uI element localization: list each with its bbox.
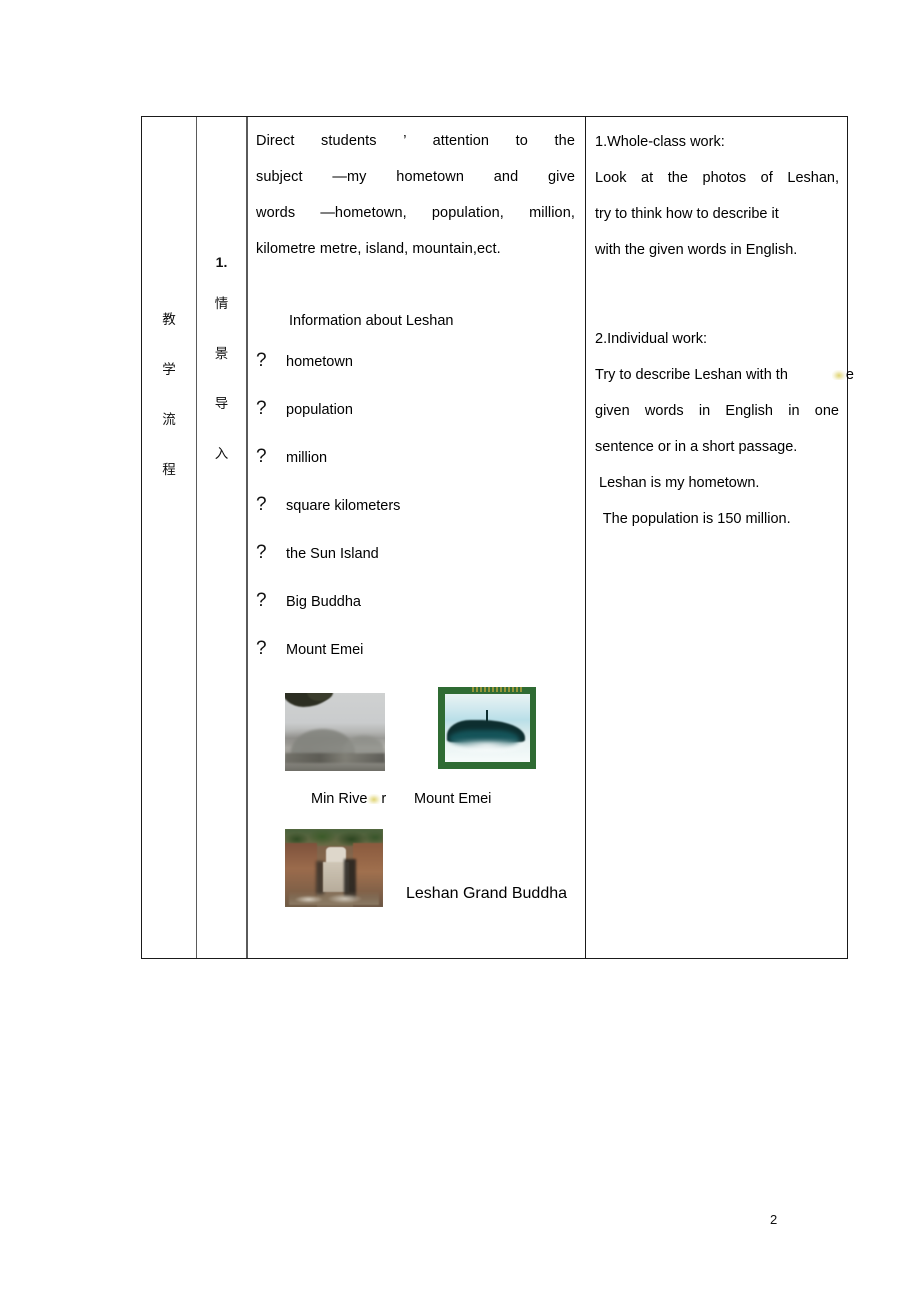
stage-label-char-1: 教: [162, 312, 176, 328]
method-item1-line-1: Look at the photos of Leshan,: [595, 170, 839, 186]
mount-emei-caption: Mount Emei: [414, 791, 492, 807]
min-river-caption: Min Rive r: [311, 791, 386, 807]
list-item: ? hometown: [256, 351, 575, 399]
leshan-grand-buddha-caption: Leshan Grand Buddha: [406, 885, 568, 902]
table-column-stage: 教 学 流 程: [142, 117, 197, 958]
method-item1-line-2: try to think how to describe it: [595, 206, 779, 222]
vocabulary-list: ? hometown ? population ? million ? squa…: [256, 351, 575, 687]
method-artifact-icon: [831, 370, 846, 380]
photo-detail: [289, 891, 379, 905]
activity-intro-line-3: words —hometown, population, million,: [256, 205, 575, 221]
stage-label-vertical: 教 学 流 程: [142, 295, 196, 495]
list-item-label: Big Buddha: [286, 594, 361, 610]
step-label-char-2: 景: [214, 346, 229, 362]
question-mark-icon: ?: [256, 398, 267, 419]
photo-row-top: [256, 687, 575, 789]
step-number: 1.: [215, 254, 228, 270]
method-item2-heading: 2.Individual work:: [595, 331, 708, 347]
method-example-sentence-1: Leshan is my hometown.: [595, 475, 760, 491]
activity-section-title: Information about Leshan: [289, 313, 454, 329]
photo-caption-row-top: Min Rive r Mount Emei: [256, 789, 575, 823]
method-spacer: [595, 268, 839, 321]
question-mark-icon: ?: [256, 542, 267, 563]
activity-content: Direct students ’ attention to the subje…: [256, 123, 575, 925]
activity-intro-paragraph: Direct students ’ attention to the subje…: [256, 123, 575, 267]
photo-detail: [445, 740, 529, 754]
method-item1-line-3: with the given words in English.: [595, 242, 798, 258]
photo-detail: [343, 736, 385, 754]
list-item: ? Mount Emei: [256, 639, 575, 687]
question-mark-icon: ?: [256, 638, 267, 659]
list-item-label: hometown: [286, 354, 353, 370]
list-item: ? the Sun Island: [256, 543, 575, 591]
photo-detail: [445, 694, 530, 762]
list-item-label: population: [286, 402, 353, 418]
list-item-label: Mount Emei: [286, 642, 364, 658]
list-item: ? Big Buddha: [256, 591, 575, 639]
method-content: 1.Whole-class work: Look at the photos o…: [595, 124, 854, 537]
caption-artifact-icon: [367, 794, 382, 804]
list-item-label: million: [286, 450, 328, 466]
method-item1-heading: 1.Whole-class work:: [595, 134, 725, 150]
method-item2-line-1-text: Try to describe Leshan with th: [595, 367, 788, 383]
list-item: ? million: [256, 447, 575, 495]
step-label-vertical: 1. 情 景 导 入: [197, 245, 246, 479]
list-item-label: the Sun Island: [286, 546, 379, 562]
photo-detail: [285, 753, 385, 763]
leshan-grand-buddha-photo: [285, 829, 383, 907]
min-river-photo: [285, 693, 385, 771]
min-river-caption-suffix: r: [381, 791, 387, 807]
list-item-label: square kilometers: [286, 498, 401, 514]
step-label-char-1: 情: [214, 296, 229, 312]
stage-label-char-4: 程: [162, 462, 176, 478]
photo-row-bottom: Leshan Grand Buddha: [256, 829, 575, 925]
method-example-sentence-2: The population is 150 million.: [595, 511, 791, 527]
document-page: 教 学 流 程 1. 情 景 导 入 Direct students ’ att…: [0, 0, 920, 1303]
question-mark-icon: ?: [256, 590, 267, 611]
step-label-char-4: 入: [214, 446, 229, 462]
lesson-plan-table: 教 学 流 程 1. 情 景 导 入 Direct students ’ att…: [141, 116, 854, 959]
table-column-activity: Direct students ’ attention to the subje…: [248, 117, 586, 958]
stage-label-char-3: 流: [162, 412, 176, 428]
table-column-method: 1.Whole-class work: Look at the photos o…: [586, 117, 854, 958]
page-number: 2: [770, 1212, 778, 1227]
question-mark-icon: ?: [256, 494, 267, 515]
method-item2-line-1: Try to describe Leshan with th e: [595, 357, 854, 393]
photo-detail: [486, 710, 488, 723]
activity-intro-line-4: kilometre metre, island, mountain,ect.: [256, 241, 501, 257]
stage-label-char-2: 学: [162, 362, 176, 378]
step-label-char-3: 导: [214, 396, 229, 412]
activity-intro-line-1: Direct students ’ attention to the: [256, 133, 575, 149]
question-mark-icon: ?: [256, 446, 267, 467]
method-item2-line-3: sentence or in a short passage.: [595, 439, 798, 455]
photo-detail: [472, 687, 522, 692]
mount-emei-photo: [438, 687, 536, 769]
list-item: ? population: [256, 399, 575, 447]
table-column-step: 1. 情 景 导 入: [197, 117, 248, 958]
list-item: ? square kilometers: [256, 495, 575, 543]
min-river-caption-prefix: Min Rive: [311, 791, 368, 807]
method-item2-line-1-tail: e: [845, 367, 854, 383]
question-mark-icon: ?: [256, 350, 267, 371]
method-item2-line-2: given words in English in one: [595, 403, 839, 419]
activity-intro-line-2: subject —my hometown and give: [256, 169, 575, 185]
